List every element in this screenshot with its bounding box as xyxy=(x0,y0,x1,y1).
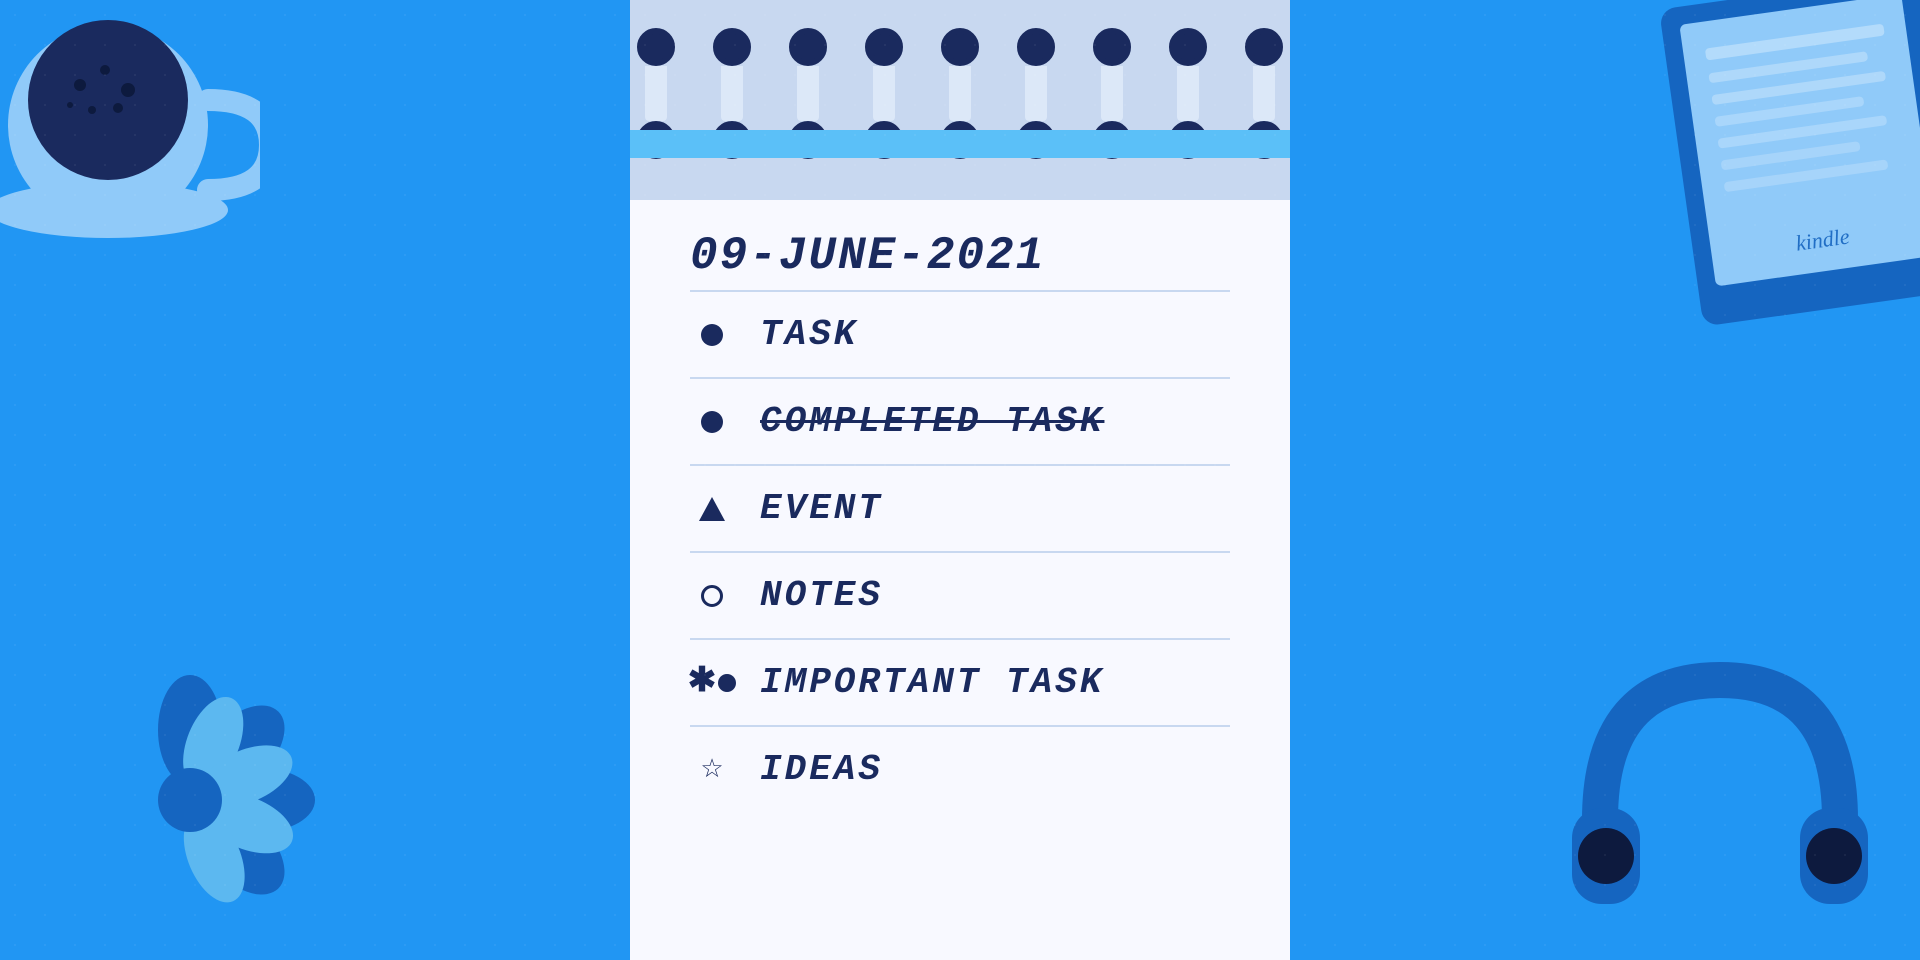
circle-hollow-icon xyxy=(690,585,734,607)
coffee-cup-decoration xyxy=(0,0,260,270)
task-label-ideas: Ideas xyxy=(760,749,883,790)
task-item-task: Task xyxy=(690,292,1230,379)
task-label-event: Event xyxy=(760,488,883,529)
task-label-important: Important Task xyxy=(760,662,1104,703)
binding-area xyxy=(630,0,1290,200)
task-item-ideas: ☆ Ideas xyxy=(690,727,1230,812)
kindle-decoration: kindle xyxy=(1648,0,1920,338)
bullet-filled-icon xyxy=(690,324,734,346)
task-list: Task Completed Task Event xyxy=(690,292,1230,812)
task-label-task: Task xyxy=(760,314,858,355)
binding-band xyxy=(630,130,1290,158)
task-item-important: ✱ Important Task xyxy=(690,640,1230,727)
task-item-notes: Notes xyxy=(690,553,1230,640)
star-icon: ☆ xyxy=(690,757,734,783)
triangle-icon xyxy=(690,497,734,521)
date-heading: 09-June-2021 xyxy=(690,230,1230,282)
headphones-decoration xyxy=(1560,640,1880,940)
important-icon: ✱ xyxy=(690,666,734,700)
notebook-body: 09-June-2021 Task Completed Task xyxy=(630,200,1290,960)
completed-bullet-icon xyxy=(690,411,734,433)
task-item-event: Event xyxy=(690,466,1230,553)
notebook: 09-June-2021 Task Completed Task xyxy=(630,0,1290,960)
task-item-completed: Completed Task xyxy=(690,379,1230,466)
task-label-completed: Completed Task xyxy=(760,401,1104,442)
task-label-notes: Notes xyxy=(760,575,883,616)
flower-decoration xyxy=(60,670,320,930)
